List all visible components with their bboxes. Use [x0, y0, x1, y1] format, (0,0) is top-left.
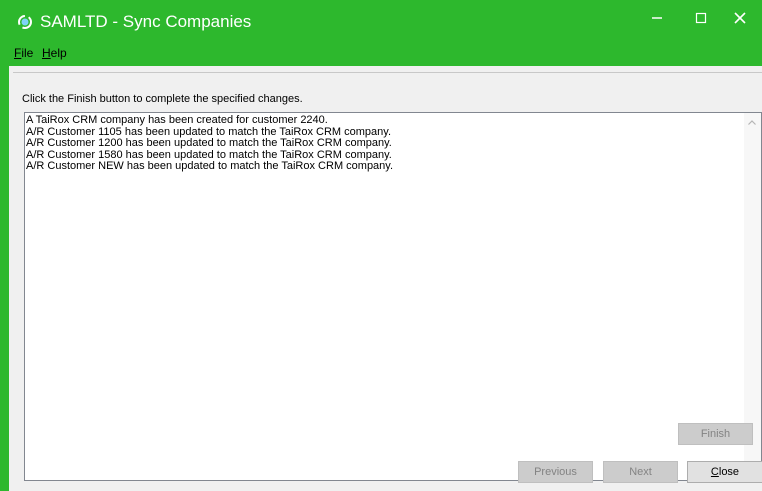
log-line: A/R Customer NEW has been updated to mat… — [26, 160, 394, 172]
menu-bar: File Help — [0, 44, 762, 64]
menu-file-label: ile — [21, 46, 34, 60]
next-button[interactable]: Next — [603, 461, 678, 483]
close-button-label: lose — [718, 466, 740, 478]
menu-help[interactable]: Help — [42, 46, 67, 60]
dialog-body: Click the Finish button to complete the … — [9, 66, 762, 491]
results-log[interactable]: A TaiRox CRM company has been created fo… — [24, 112, 762, 481]
minimize-icon — [652, 17, 662, 19]
finish-button[interactable]: Finish — [678, 423, 753, 445]
app-window: SAMLTD - Sync Companies File Help Click … — [0, 0, 762, 491]
maximize-button[interactable] — [681, 0, 721, 36]
log-lines: A TaiRox CRM company has been created fo… — [26, 114, 394, 173]
instruction-text: Click the Finish button to complete the … — [22, 93, 303, 105]
sync-app-icon — [17, 14, 33, 30]
menu-help-label: elp — [50, 46, 67, 60]
log-line: A/R Customer 1200 has been updated to ma… — [26, 137, 392, 149]
log-line: A TaiRox CRM company has been created fo… — [26, 114, 328, 126]
scroll-up-arrow-icon[interactable] — [747, 118, 757, 128]
window-title: SAMLTD - Sync Companies — [40, 12, 252, 31]
close-button[interactable]: Close — [687, 461, 762, 483]
menu-help-mnemonic: H — [42, 46, 51, 60]
close-window-button[interactable] — [720, 0, 760, 36]
previous-button[interactable]: Previous — [518, 461, 593, 483]
minimize-button[interactable] — [637, 0, 677, 36]
divider — [13, 72, 762, 73]
menu-file[interactable]: File — [14, 46, 33, 60]
maximize-icon — [695, 12, 707, 24]
close-icon — [734, 12, 746, 24]
close-button-mnemonic: C — [710, 466, 719, 478]
title-bar[interactable]: SAMLTD - Sync Companies — [0, 0, 762, 44]
